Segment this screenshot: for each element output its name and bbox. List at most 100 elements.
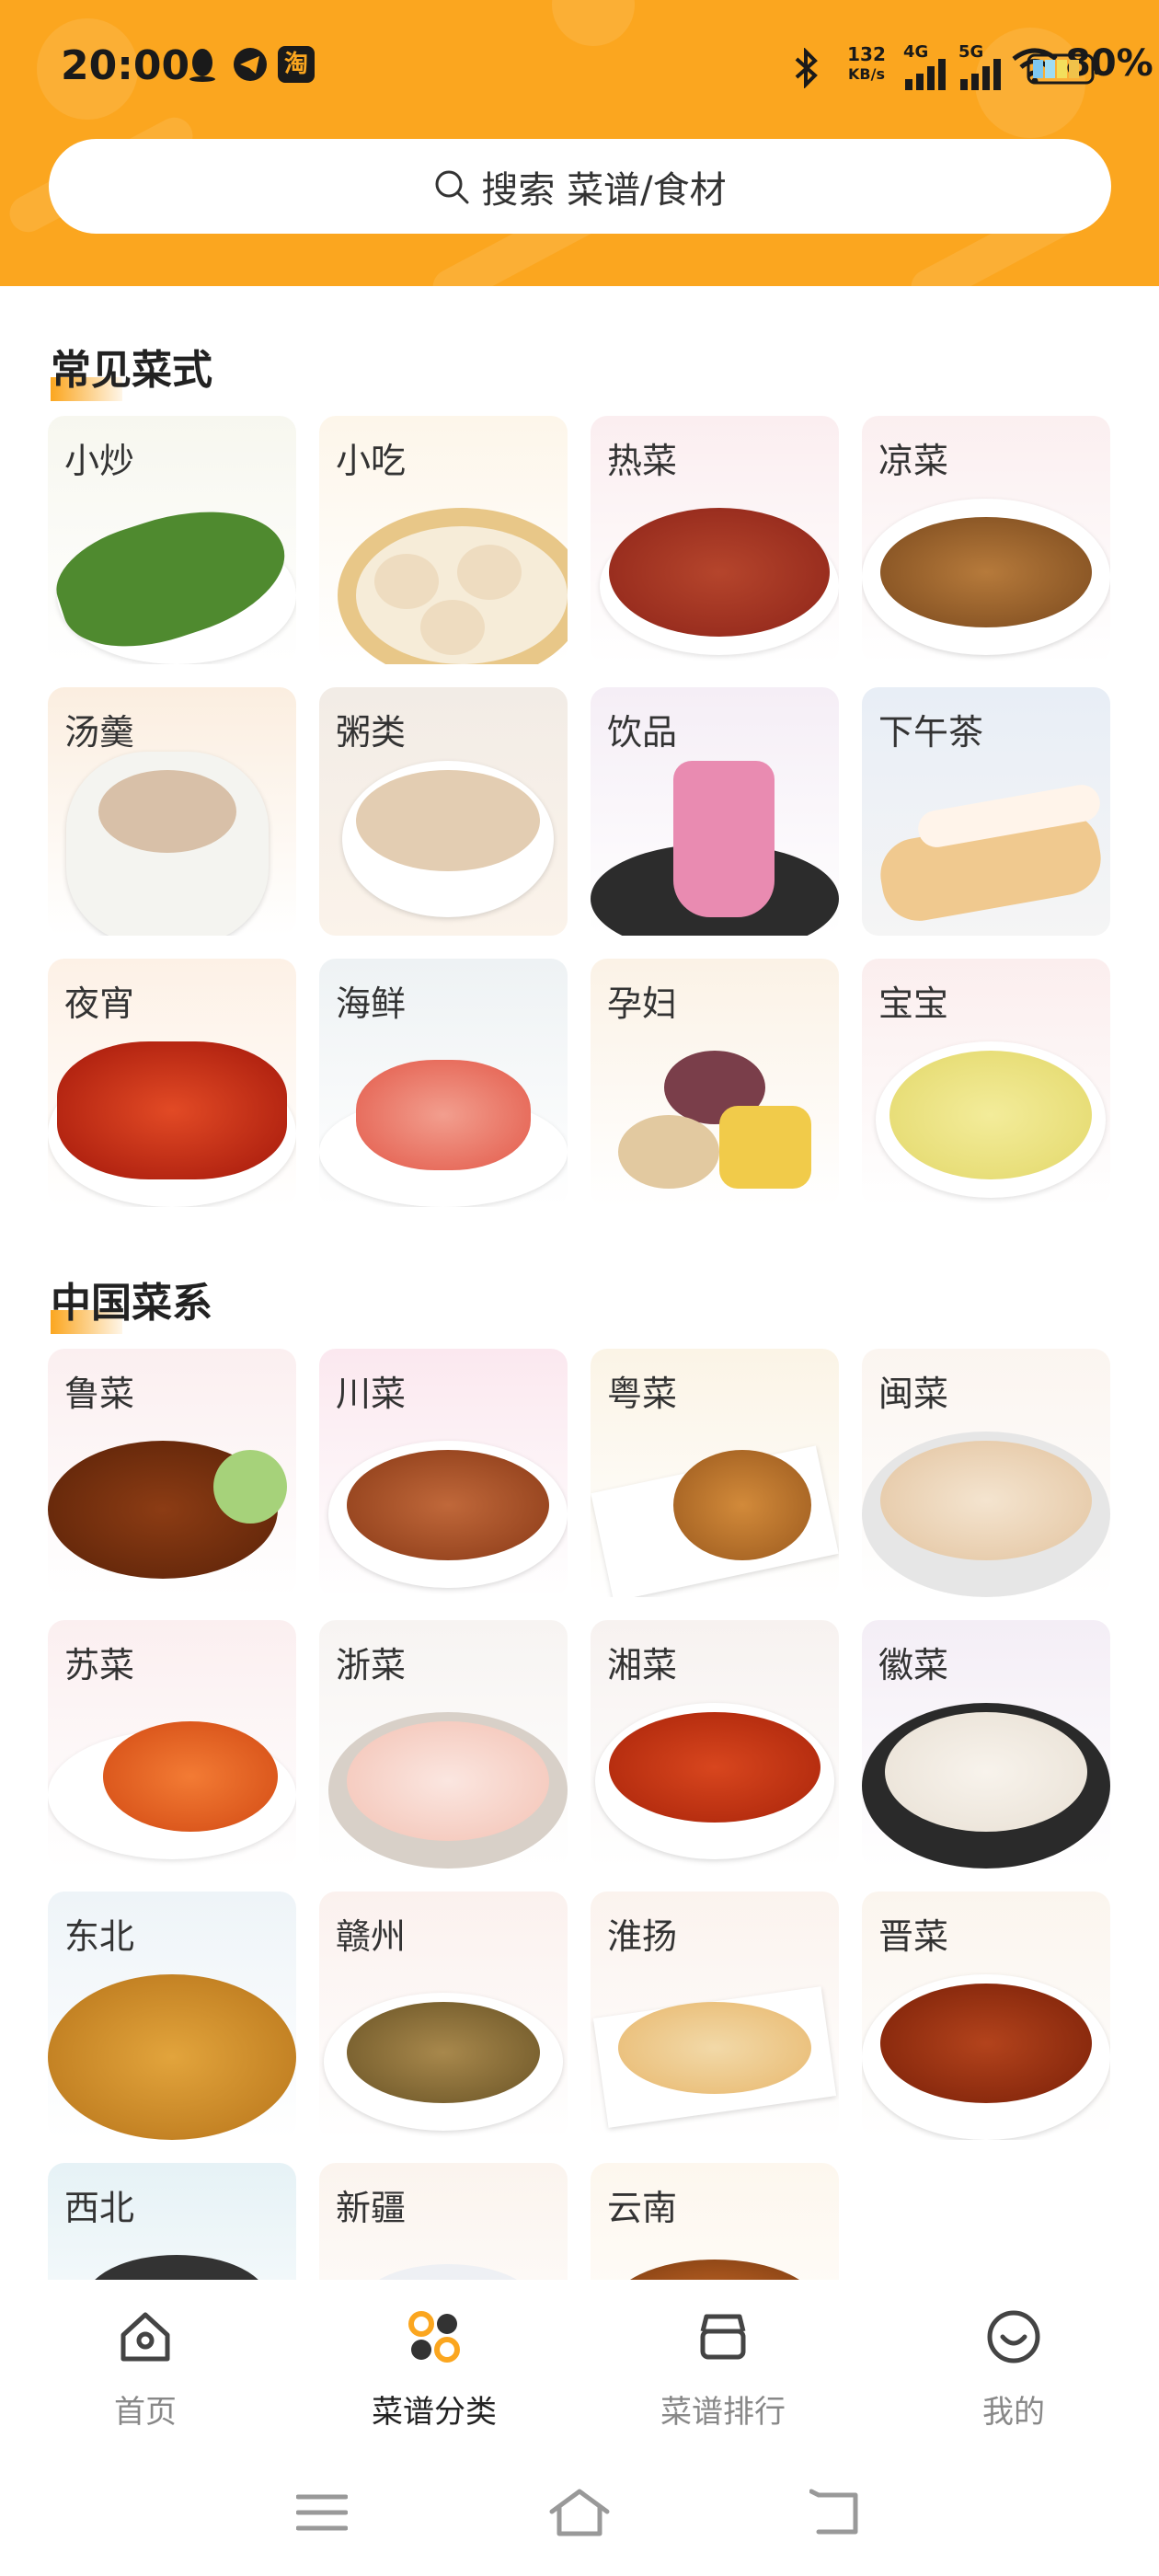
category-label: 淮扬 <box>607 1916 678 1957</box>
tab-label: 菜谱排行 <box>660 2394 786 2431</box>
status-bar: 20:00 淘 132 KB/s 4G 5G 80% <box>0 0 1159 138</box>
category-label: 小炒 <box>64 441 135 481</box>
dish-image <box>374 554 439 609</box>
tab-label: 我的 <box>982 2394 1045 2431</box>
dish-image <box>885 1712 1087 1832</box>
section-title-chinese: 中国菜系 <box>51 1270 212 1334</box>
chinese-cuisine-grid: 鲁菜 川菜 粤菜 闽菜 苏菜 浙菜 湘菜 徽菜 东北 赣州 淮扬 晋菜 西北 新… <box>48 1349 1111 2280</box>
category-label: 浙菜 <box>336 1645 407 1685</box>
category-card-porridge[interactable]: 粥类 <box>319 687 568 936</box>
dish-image <box>356 2264 540 2280</box>
category-card-snack[interactable]: 小吃 <box>319 416 568 664</box>
home-nav-icon[interactable] <box>548 2488 611 2537</box>
category-card-soup[interactable]: 汤羹 <box>48 687 296 936</box>
cuisine-card-xinjiang[interactable]: 新疆 <box>319 2163 568 2280</box>
system-nav-bar <box>0 2455 1159 2576</box>
taobao-icon: 淘 <box>278 46 315 83</box>
category-label: 赣州 <box>336 1916 407 1957</box>
cuisine-card-dongbei[interactable]: 东北 <box>48 1892 296 2140</box>
category-card-drink[interactable]: 饮品 <box>591 687 839 936</box>
cuisine-card-jin[interactable]: 晋菜 <box>862 1892 1110 2140</box>
dish-image <box>880 1441 1092 1560</box>
tab-home[interactable]: 首页 <box>35 2307 256 2432</box>
dish-image <box>57 1041 287 1179</box>
cuisine-card-zhe[interactable]: 浙菜 <box>319 1620 568 1869</box>
cuisine-card-yue[interactable]: 粤菜 <box>591 1349 839 1597</box>
profile-icon <box>987 2310 1040 2363</box>
category-card-stir-fry[interactable]: 小炒 <box>48 416 296 664</box>
category-label: 饮品 <box>607 712 678 753</box>
category-label: 粥类 <box>336 712 407 753</box>
category-label: 云南 <box>607 2188 678 2228</box>
category-label: 下午茶 <box>878 712 984 753</box>
category-card-pregnant[interactable]: 孕妇 <box>591 959 839 1207</box>
dish-image <box>347 2002 540 2103</box>
header: 20:00 淘 132 KB/s 4G 5G 80% 搜索 菜谱/食材 <box>0 0 1159 286</box>
bottom-tab-bar: 首页 菜谱分类 菜谱排行 我的 <box>0 2280 1159 2455</box>
category-label: 小吃 <box>336 441 407 481</box>
dish-image <box>420 600 485 655</box>
category-card-late-night[interactable]: 夜宵 <box>48 959 296 1207</box>
category-card-seafood[interactable]: 海鲜 <box>319 959 568 1207</box>
dish-image <box>889 1051 1092 1179</box>
category-card-hot-dish[interactable]: 热菜 <box>591 416 839 664</box>
cuisine-card-huaiyang[interactable]: 淮扬 <box>591 1892 839 2140</box>
home-icon <box>120 2312 170 2362</box>
category-label: 新疆 <box>336 2188 407 2228</box>
category-card-baby[interactable]: 宝宝 <box>862 959 1110 1207</box>
category-label: 粤菜 <box>607 1374 678 1414</box>
search-placeholder: 搜索 菜谱/食材 <box>481 168 727 212</box>
category-label: 宝宝 <box>878 983 949 1024</box>
section-title-common: 常见菜式 <box>51 337 212 401</box>
dish-image <box>609 2260 820 2280</box>
category-label: 海鲜 <box>336 983 407 1024</box>
signal-4g-icon <box>905 59 946 90</box>
dish-image <box>673 1450 811 1560</box>
tab-recipe-ranking[interactable]: 菜谱排行 <box>613 2307 833 2432</box>
tab-label: 首页 <box>114 2394 177 2431</box>
dish-image <box>719 1106 811 1189</box>
dish-image <box>98 770 236 853</box>
dish-image <box>213 1450 287 1524</box>
tab-mine[interactable]: 我的 <box>903 2307 1124 2432</box>
category-label: 晋菜 <box>878 1916 949 1957</box>
category-label: 湘菜 <box>607 1645 678 1685</box>
category-label: 苏菜 <box>64 1645 135 1685</box>
menu-icon[interactable] <box>296 2491 348 2534</box>
category-card-cold-dish[interactable]: 凉菜 <box>862 416 1110 664</box>
signal-5g-icon <box>960 59 1001 90</box>
cuisine-card-ganzhou[interactable]: 赣州 <box>319 1892 568 2140</box>
dish-image <box>356 770 540 871</box>
search-bar[interactable]: 搜索 菜谱/食材 <box>49 139 1111 234</box>
dish-image <box>880 517 1092 627</box>
ranking-icon <box>700 2314 746 2360</box>
cuisine-card-min[interactable]: 闽菜 <box>862 1349 1110 1597</box>
category-label: 热菜 <box>607 441 678 481</box>
bluetooth-icon <box>795 48 818 88</box>
back-icon[interactable] <box>809 2488 865 2537</box>
cuisine-card-su[interactable]: 苏菜 <box>48 1620 296 1869</box>
status-time: 20:00 <box>61 42 190 89</box>
category-label: 夜宵 <box>64 983 135 1024</box>
dish-image <box>457 545 522 600</box>
common-dish-grid: 小炒 小吃 热菜 凉菜 汤羹 粥类 饮品 下午茶 夜宵 海鲜 孕妇 宝宝 <box>48 416 1111 1207</box>
category-label: 闽菜 <box>878 1374 949 1414</box>
tab-recipe-category[interactable]: 菜谱分类 <box>324 2307 545 2432</box>
category-label: 凉菜 <box>878 441 949 481</box>
telegram-icon <box>234 48 267 81</box>
dish-image <box>48 1974 296 2140</box>
battery-icon <box>1027 53 1099 85</box>
dish-image <box>347 1450 549 1560</box>
cuisine-card-yunnan[interactable]: 云南 <box>591 2163 839 2280</box>
search-icon <box>435 170 469 203</box>
category-card-afternoon-tea[interactable]: 下午茶 <box>862 687 1110 936</box>
dish-image <box>103 1721 278 1832</box>
dish-image <box>347 1721 549 1841</box>
cuisine-card-chuan[interactable]: 川菜 <box>319 1349 568 1597</box>
cuisine-card-xiang[interactable]: 湘菜 <box>591 1620 839 1869</box>
cuisine-card-xibei[interactable]: 西北 <box>48 2163 296 2280</box>
cuisine-card-hui[interactable]: 徽菜 <box>862 1620 1110 1869</box>
tab-label: 菜谱分类 <box>372 2394 497 2431</box>
cuisine-card-lu[interactable]: 鲁菜 <box>48 1349 296 1597</box>
dish-image <box>880 1984 1092 2103</box>
